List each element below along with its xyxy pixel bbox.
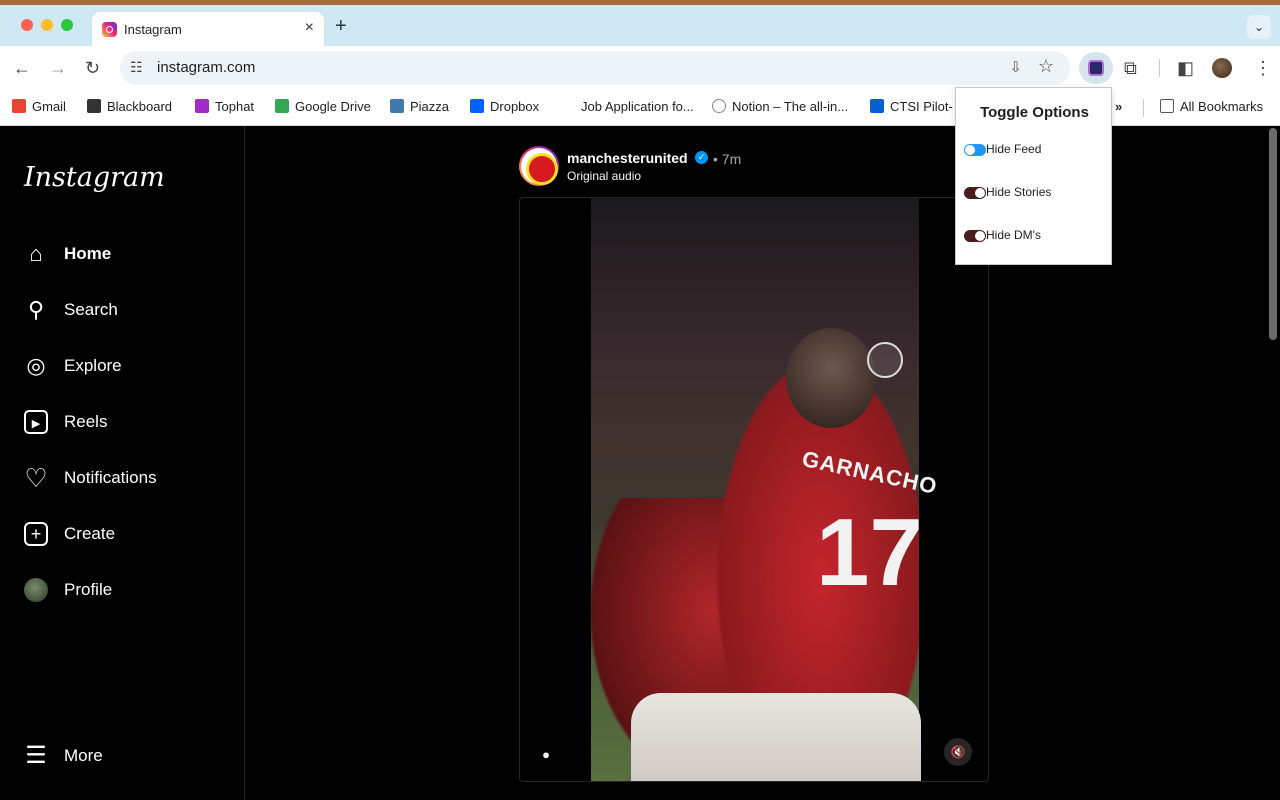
- browser-tab[interactable]: Instagram ×: [92, 12, 324, 46]
- reload-button[interactable]: ↻: [85, 58, 100, 78]
- browser-toolbar: ← → ↻ ☷ instagram.com ⇩ ☆ ⧉ ◧ ⋮: [0, 46, 1280, 90]
- tab-close-icon[interactable]: ×: [305, 19, 314, 37]
- install-app-icon[interactable]: ⇩: [1009, 58, 1022, 76]
- all-bookmarks-button[interactable]: All Bookmarks: [1160, 99, 1263, 114]
- address-bar[interactable]: ☷ instagram.com ⇩ ☆: [120, 51, 1070, 85]
- scrollbar-thumb[interactable]: [1269, 128, 1277, 340]
- home-icon: ⌂: [24, 242, 48, 266]
- instagram-logo[interactable]: Instagram: [24, 162, 165, 193]
- gmail-icon: [12, 99, 26, 113]
- bookmark-ctsi[interactable]: CTSI Pilot-: [870, 99, 953, 114]
- side-panel-icon[interactable]: ◧: [1177, 58, 1194, 78]
- blackboard-icon: [87, 99, 101, 113]
- bookmarks-divider: [1143, 99, 1144, 117]
- option-label: Hide DM's: [986, 228, 1041, 242]
- nav-profile[interactable]: Profile: [12, 566, 232, 614]
- nav-label: Explore: [64, 356, 122, 376]
- nav-label: Create: [64, 524, 115, 544]
- post-author-avatar[interactable]: [519, 146, 559, 186]
- box-icon: [870, 99, 884, 113]
- bookmark-gmail[interactable]: Gmail: [12, 99, 66, 114]
- bookmark-star-icon[interactable]: ☆: [1038, 56, 1054, 77]
- post-video[interactable]: GARNACHO 17 ● 🔇: [519, 197, 989, 782]
- watermark-crest-icon: [867, 342, 903, 378]
- folder-icon: [1160, 99, 1174, 113]
- hide-stories-toggle[interactable]: [964, 187, 986, 199]
- bookmark-job-application[interactable]: Job Application fo...: [581, 99, 694, 114]
- popup-title: Toggle Options: [956, 104, 1113, 121]
- bookmark-blackboard[interactable]: Blackboard: [87, 99, 172, 114]
- verified-badge-icon: ✓: [695, 151, 708, 164]
- google-drive-icon: [275, 99, 289, 113]
- extensions-puzzle-icon[interactable]: ⧉: [1124, 58, 1137, 78]
- forward-button[interactable]: →: [49, 58, 67, 78]
- jersey-number: 17: [816, 498, 923, 608]
- bookmark-piazza[interactable]: Piazza: [390, 99, 449, 114]
- toggle-extension-button[interactable]: [1079, 52, 1113, 84]
- profile-avatar-button[interactable]: [1212, 58, 1232, 78]
- heart-icon: ♡: [24, 466, 48, 490]
- nav-home[interactable]: ⌂ Home: [12, 230, 232, 278]
- bookmark-google-drive[interactable]: Google Drive: [275, 99, 371, 114]
- compass-icon: ◎: [24, 354, 48, 378]
- url-text[interactable]: instagram.com: [157, 59, 255, 76]
- video-frame: GARNACHO 17: [591, 198, 919, 782]
- bookmark-dropbox[interactable]: Dropbox: [470, 99, 539, 114]
- back-button[interactable]: ←: [13, 58, 31, 78]
- tab-bar: Instagram × + ⌄: [0, 5, 1280, 46]
- option-label: Hide Feed: [986, 142, 1041, 156]
- tophat-icon: [195, 99, 209, 113]
- minimize-window-button[interactable]: [41, 19, 53, 31]
- nav-label: Search: [64, 300, 118, 320]
- extension-icon: [1088, 60, 1104, 76]
- piazza-icon: [390, 99, 404, 113]
- nav-label: Home: [64, 244, 111, 264]
- bookmark-notion[interactable]: Notion – The all-in...: [712, 99, 848, 114]
- reels-icon: ▶: [24, 410, 48, 434]
- bookmark-tophat[interactable]: Tophat: [195, 99, 254, 114]
- hide-feed-toggle[interactable]: [964, 144, 986, 156]
- maximize-window-button[interactable]: [61, 19, 73, 31]
- player-head: [786, 328, 876, 428]
- post-username[interactable]: manchesterunited: [567, 150, 688, 166]
- close-window-button[interactable]: [21, 19, 33, 31]
- profile-avatar: [24, 578, 48, 602]
- nav-more[interactable]: ☰ More: [12, 732, 232, 780]
- menu-kebab-icon[interactable]: ⋮: [1254, 58, 1272, 78]
- nav-label: Profile: [64, 580, 112, 600]
- nav-label: Reels: [64, 412, 107, 432]
- new-tab-button[interactable]: +: [335, 16, 347, 36]
- nav-notifications[interactable]: ♡ Notifications: [12, 454, 232, 502]
- nav-create[interactable]: + Create: [12, 510, 232, 558]
- tab-title: Instagram: [124, 22, 182, 37]
- instagram-sidebar: Instagram ⌂ Home ⚲ Search ◎ Explore ▶ Re…: [0, 126, 245, 800]
- tagged-people-icon[interactable]: ●: [534, 743, 558, 767]
- toolbar-divider: [1159, 59, 1160, 77]
- dropbox-icon: [470, 99, 484, 113]
- search-icon: ⚲: [24, 298, 48, 322]
- option-label: Hide Stories: [986, 185, 1051, 199]
- hamburger-menu-icon: ☰: [24, 744, 48, 768]
- post-audio-link[interactable]: Original audio: [567, 169, 641, 183]
- player-shorts: [631, 693, 921, 782]
- hide-dms-toggle[interactable]: [964, 230, 986, 242]
- post-timestamp: • 7m: [713, 151, 741, 167]
- tab-search-button[interactable]: ⌄: [1247, 15, 1271, 39]
- clock-icon: [712, 99, 726, 113]
- nav-explore[interactable]: ◎ Explore: [12, 342, 232, 390]
- nav-reels[interactable]: ▶ Reels: [12, 398, 232, 446]
- page-scrollbar[interactable]: [1266, 126, 1280, 800]
- site-info-icon[interactable]: ☷: [130, 59, 143, 76]
- club-crest-icon: [521, 148, 557, 184]
- mute-audio-icon[interactable]: 🔇: [944, 738, 972, 766]
- nav-search[interactable]: ⚲ Search: [12, 286, 232, 334]
- toggle-options-popup: Toggle Options Hide Feed Hide Stories Hi…: [955, 87, 1112, 265]
- instagram-favicon-icon: [102, 22, 117, 37]
- plus-square-icon: +: [24, 522, 48, 546]
- nav-label: More: [64, 746, 103, 766]
- nav-label: Notifications: [64, 468, 157, 488]
- bookmarks-overflow-icon[interactable]: »: [1115, 99, 1122, 114]
